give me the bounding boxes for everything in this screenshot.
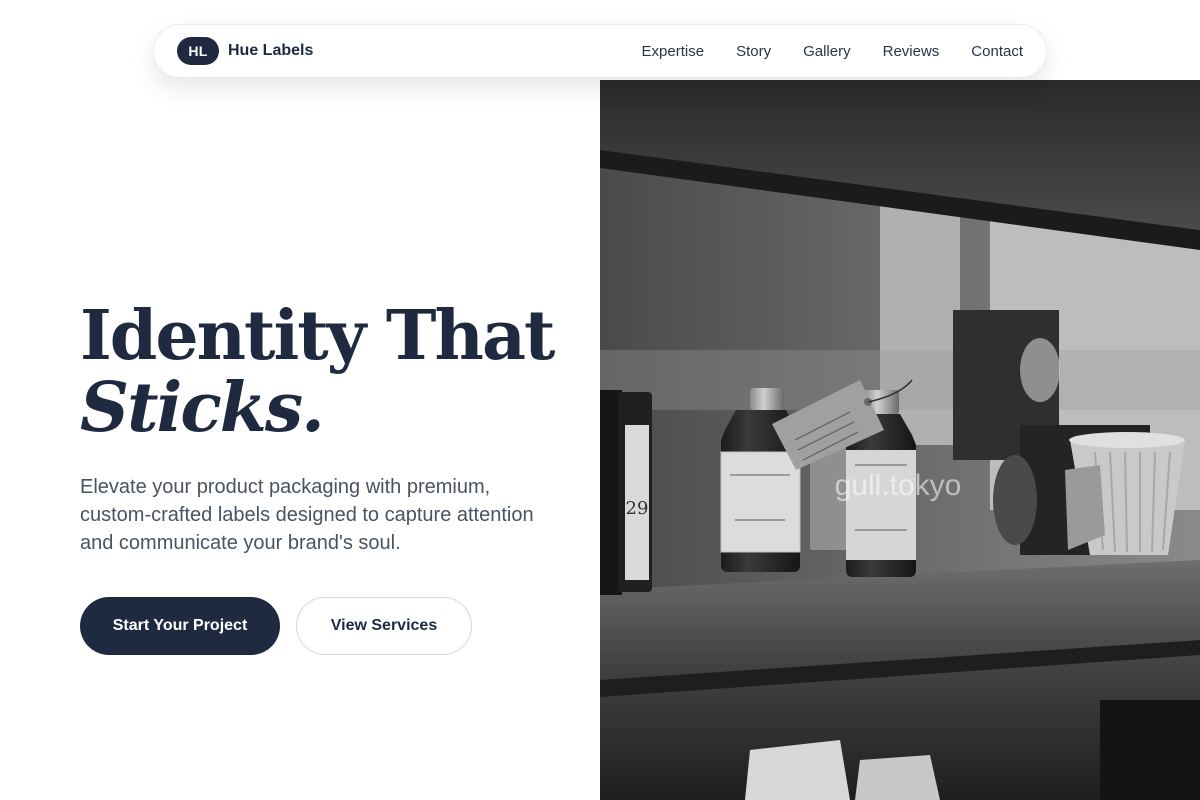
nav-link-reviews[interactable]: Reviews [883,43,940,60]
hero-title-line1: Identity That [80,296,555,376]
nav-link-gallery[interactable]: Gallery [803,43,851,60]
nav-links: Expertise Story Gallery Reviews Contact [642,43,1023,60]
hero-title: Identity That Sticks. [80,300,600,444]
nav-link-contact[interactable]: Contact [971,43,1023,60]
nav-link-expertise[interactable]: Expertise [642,43,705,60]
view-services-button[interactable]: View Services [296,597,472,655]
top-navigation: HL Hue Labels Expertise Story Gallery Re… [153,24,1047,78]
hero-photo: 29 gull.tokyo [600,80,1200,800]
photo-watermark: gull.tokyo [835,469,962,502]
bottle-label-number: 29 [626,498,649,519]
start-project-button[interactable]: Start Your Project [80,597,280,655]
shelf-photo-illustration: 29 gull.tokyo [600,80,1200,800]
logo-badge: HL [177,37,219,65]
hero-subtitle: Elevate your product packaging with prem… [80,476,534,554]
hero-title-line2: Sticks. [80,368,325,448]
brand-name: Hue Labels [228,42,314,59]
brand-logo[interactable]: HL Hue Labels [177,37,313,65]
nav-link-story[interactable]: Story [736,43,771,60]
